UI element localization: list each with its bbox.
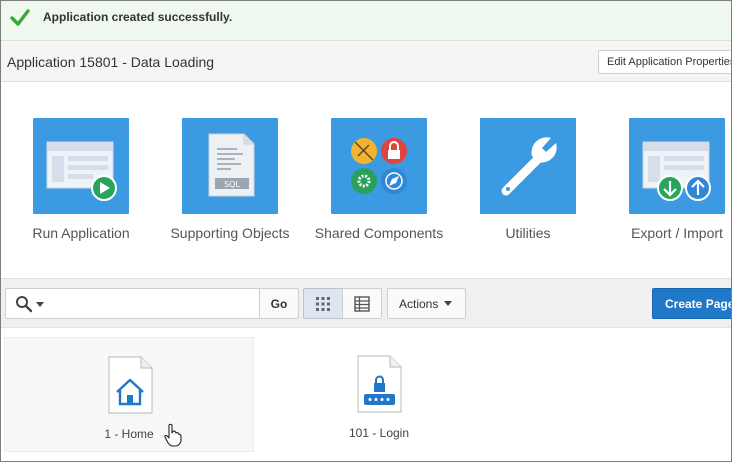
application-title: Application 15801 - Data Loading — [7, 54, 215, 70]
page-toolbar: Go Actions Create Page — [1, 278, 731, 328]
run-application-icon — [46, 141, 117, 201]
tile-label-run-application[interactable]: Run Application — [1, 225, 161, 241]
login-page-icon — [357, 355, 402, 413]
svg-text:SQL: SQL — [224, 180, 240, 189]
caret-down-icon — [36, 302, 44, 307]
supporting-objects-tile[interactable]: SQL — [182, 118, 278, 214]
actions-menu-button[interactable]: Actions — [387, 288, 466, 319]
success-message: Application created successfully. — [43, 10, 233, 24]
go-button[interactable]: Go — [259, 288, 299, 319]
page-header: Application 15801 - Data Loading Edit Ap… — [1, 41, 731, 82]
create-page-button[interactable]: Create Page — [652, 288, 731, 319]
actions-label: Actions — [399, 297, 439, 311]
shared-components-icon — [351, 138, 407, 194]
utilities-icon — [501, 137, 557, 196]
search-input[interactable] — [58, 288, 260, 319]
page-label-login: 101 - Login — [348, 426, 410, 440]
run-application-tile[interactable] — [33, 118, 129, 214]
tile-label-shared-components[interactable]: Shared Components — [299, 225, 459, 241]
page-card-login[interactable]: 101 - Login — [254, 337, 504, 452]
shared-components-tile[interactable] — [331, 118, 427, 214]
search-icon — [16, 296, 33, 313]
tile-label-export-import[interactable]: Export / Import — [597, 225, 731, 241]
hand-cursor-icon — [164, 423, 182, 447]
tile-label-utilities[interactable]: Utilities — [448, 225, 608, 241]
checkmark-icon — [10, 9, 30, 26]
grid-view-icon — [316, 297, 330, 311]
view-icons-toggle[interactable] — [303, 288, 343, 319]
success-banner: Application created successfully. — [1, 1, 731, 41]
app-builder-window: Application created successfully. Applic… — [0, 0, 732, 462]
table-view-icon — [354, 296, 370, 312]
page-card-home[interactable]: 1 - Home — [4, 337, 254, 452]
edit-application-properties-button[interactable]: Edit Application Properties — [598, 50, 731, 74]
caret-down-icon — [444, 301, 452, 306]
export-import-tile[interactable] — [629, 118, 725, 214]
tile-label-supporting-objects[interactable]: Supporting Objects — [150, 225, 310, 241]
home-page-icon — [108, 356, 153, 414]
view-report-toggle[interactable] — [342, 288, 382, 319]
utilities-tile[interactable] — [480, 118, 576, 214]
page-label-home: 1 - Home — [104, 427, 154, 441]
export-import-icon — [642, 141, 711, 201]
supporting-objects-icon: SQL — [208, 133, 255, 197]
search-column-dropdown[interactable] — [5, 288, 59, 319]
